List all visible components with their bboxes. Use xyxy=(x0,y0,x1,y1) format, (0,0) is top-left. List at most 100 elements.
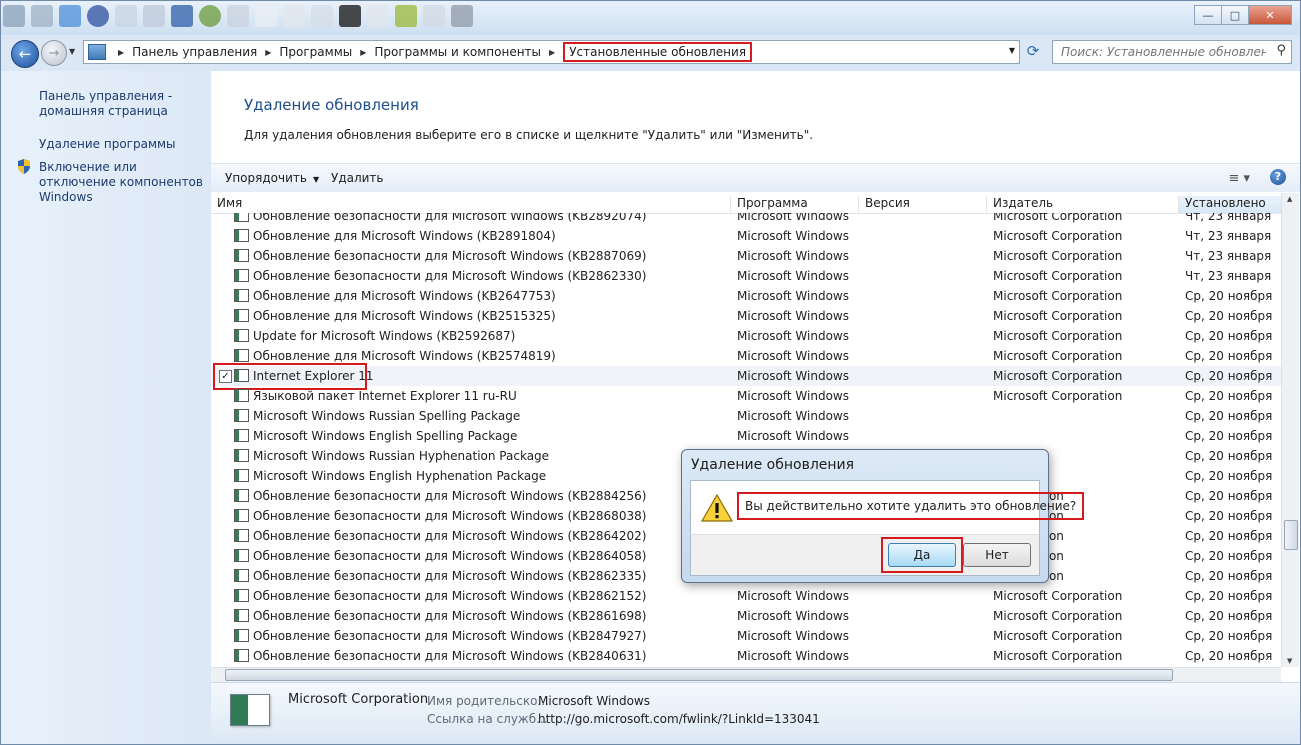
row-name-text: Обновление для Microsoft Windows (KB2515… xyxy=(253,309,556,323)
app-icon[interactable] xyxy=(115,5,137,27)
app-icon[interactable] xyxy=(367,5,389,27)
row-name: Обновление для Microsoft Windows (KB2647… xyxy=(234,286,734,306)
row-name-text: Обновление для Microsoft Windows (KB2891… xyxy=(253,229,556,243)
yes-button[interactable]: Да xyxy=(888,543,956,567)
row-name-text: Microsoft Windows Russian Spelling Packa… xyxy=(253,409,521,423)
update-icon xyxy=(234,549,249,562)
app-icon[interactable] xyxy=(395,5,417,27)
app-icon[interactable] xyxy=(199,5,221,27)
row-installed: Ср, 20 ноября xyxy=(1185,429,1273,443)
link-windows-features[interactable]: Включение или отключение компонентов Win… xyxy=(39,160,209,205)
row-program: Microsoft Windows xyxy=(737,369,849,383)
table-row[interactable]: Обновление безопасности для Microsoft Wi… xyxy=(211,213,1281,226)
app-icon[interactable] xyxy=(227,5,249,27)
column-version[interactable]: Версия xyxy=(858,196,986,213)
row-installed: Ср, 20 ноября xyxy=(1185,589,1273,603)
page-description: Для удаления обновления выберите его в с… xyxy=(244,128,814,142)
table-row[interactable]: Обновление безопасности для Microsoft Wi… xyxy=(211,586,1281,606)
table-row[interactable]: Update for Microsoft Windows (KB2592687)… xyxy=(211,326,1281,346)
maximize-button[interactable]: □ xyxy=(1221,5,1248,25)
table-row[interactable]: Обновление безопасности для Microsoft Wi… xyxy=(211,246,1281,266)
refresh-icon[interactable]: ⟳ xyxy=(1022,42,1044,62)
update-icon xyxy=(230,694,270,726)
column-headers: Имя Программа Версия Издатель Установлен… xyxy=(211,193,1281,214)
app-icon[interactable] xyxy=(87,5,109,27)
chevron-right-icon[interactable]: ▶ xyxy=(360,48,366,57)
table-row[interactable]: Microsoft Windows Russian Spelling Packa… xyxy=(211,406,1281,426)
column-installed[interactable]: Установлено xyxy=(1178,196,1281,213)
table-row[interactable]: Обновление безопасности для Microsoft Wi… xyxy=(211,626,1281,646)
chevron-right-icon[interactable]: ▶ xyxy=(118,48,124,57)
update-icon xyxy=(234,369,249,382)
update-icon xyxy=(234,213,249,222)
app-icon[interactable] xyxy=(59,5,81,27)
table-row[interactable]: Обновление для Microsoft Windows (KB2515… xyxy=(211,306,1281,326)
column-publisher[interactable]: Издатель xyxy=(986,196,1178,213)
table-row[interactable]: Microsoft Windows English Spelling Packa… xyxy=(211,426,1281,446)
breadcrumb-control-panel[interactable]: Панель управления xyxy=(132,45,257,59)
table-row[interactable]: Обновление безопасности для Microsoft Wi… xyxy=(211,646,1281,666)
table-row[interactable]: ✓ Internet Explorer 11 Microsoft Windows Mi… xyxy=(211,363,1281,390)
details-support-label: Ссылка на служб... xyxy=(427,712,548,726)
app-icon[interactable] xyxy=(3,5,25,27)
scroll-thumb[interactable] xyxy=(1284,520,1298,550)
link-control-panel-home[interactable]: Панель управления - домашняя страница xyxy=(39,89,209,119)
organize-button[interactable]: Упорядочить ▼ xyxy=(225,171,319,185)
table-row[interactable]: Обновление безопасности для Microsoft Wi… xyxy=(211,606,1281,626)
horizontal-scrollbar[interactable] xyxy=(211,667,1281,682)
app-icon[interactable] xyxy=(31,5,53,27)
row-program: Microsoft Windows xyxy=(737,609,849,623)
search-input[interactable] xyxy=(1059,42,1268,62)
chevron-right-icon[interactable]: ▶ xyxy=(265,48,271,57)
chevron-right-icon[interactable]: ▶ xyxy=(549,48,555,57)
delete-button[interactable]: Удалить xyxy=(331,171,384,185)
warning-icon xyxy=(701,494,733,522)
table-row[interactable]: Обновление безопасности для Microsoft Wi… xyxy=(211,266,1281,286)
link-uninstall-program[interactable]: Удаление программы xyxy=(39,137,209,152)
row-name-text: Microsoft Windows English Hyphenation Pa… xyxy=(253,469,547,483)
row-publisher: Microsoft Corporation xyxy=(993,309,1123,323)
table-row[interactable]: Обновление для Microsoft Windows (KB2647… xyxy=(211,286,1281,306)
scroll-up-icon[interactable]: ▲ xyxy=(1287,195,1292,203)
search-icon[interactable]: ⚲ xyxy=(1276,43,1286,58)
app-icon[interactable] xyxy=(255,5,277,27)
help-icon[interactable]: ? xyxy=(1270,169,1286,185)
app-icon[interactable] xyxy=(451,5,473,27)
table-row[interactable]: Обновление для Microsoft Windows (KB2574… xyxy=(211,346,1281,366)
view-options-icon[interactable]: ≡ ▾ xyxy=(1228,171,1250,186)
app-icon[interactable] xyxy=(171,5,193,27)
vertical-scrollbar[interactable]: ▲ ▼ xyxy=(1281,193,1299,667)
row-checkbox[interactable]: ✓ xyxy=(219,370,232,383)
table-row[interactable]: Языковой пакет Internet Explorer 11 ru-R… xyxy=(211,386,1281,406)
minimize-button[interactable]: — xyxy=(1194,5,1221,25)
breadcrumb-installed-updates[interactable]: Установленные обновления xyxy=(563,42,753,62)
dialog-body: Вы действительно хотите удалить это обно… xyxy=(690,480,1085,535)
back-button[interactable]: ← xyxy=(11,40,39,68)
details-publisher: Microsoft Corporation xyxy=(288,692,429,707)
recent-pages-dropdown-icon[interactable]: ▼ xyxy=(69,47,75,56)
scroll-thumb[interactable] xyxy=(225,669,1173,681)
close-button[interactable]: ✕ xyxy=(1248,5,1292,25)
breadcrumb-programs-and-features[interactable]: Программы и компоненты xyxy=(374,45,541,59)
forward-button[interactable]: → xyxy=(41,40,67,66)
row-installed: Ср, 20 ноября xyxy=(1185,649,1273,663)
address-bar[interactable]: ▶ Панель управления ▶ Программы ▶ Програ… xyxy=(83,40,1020,64)
row-publisher: Microsoft Corporation xyxy=(993,229,1123,243)
app-icon[interactable] xyxy=(311,5,333,27)
details-support-link[interactable]: http://go.microsoft.com/fwlink/?LinkId=1… xyxy=(538,712,820,726)
organize-label: Упорядочить xyxy=(225,171,307,185)
scroll-down-icon[interactable]: ▼ xyxy=(1287,657,1292,665)
table-row[interactable]: Обновление для Microsoft Windows (KB2891… xyxy=(211,226,1281,246)
app-icon[interactable] xyxy=(423,5,445,27)
column-program[interactable]: Программа xyxy=(730,196,858,213)
app-icon[interactable] xyxy=(339,5,361,27)
app-icon[interactable] xyxy=(283,5,305,27)
chevron-down-icon[interactable]: ▼ xyxy=(1009,46,1015,55)
column-name[interactable]: Имя xyxy=(211,196,730,213)
app-icon[interactable] xyxy=(143,5,165,27)
no-button[interactable]: Нет xyxy=(963,543,1031,567)
breadcrumb-programs[interactable]: Программы xyxy=(279,45,352,59)
row-installed: Ср, 20 ноября xyxy=(1185,349,1273,363)
row-publisher: Microsoft Corporation xyxy=(993,629,1123,643)
window-controls: — □ ✕ xyxy=(1194,5,1292,25)
